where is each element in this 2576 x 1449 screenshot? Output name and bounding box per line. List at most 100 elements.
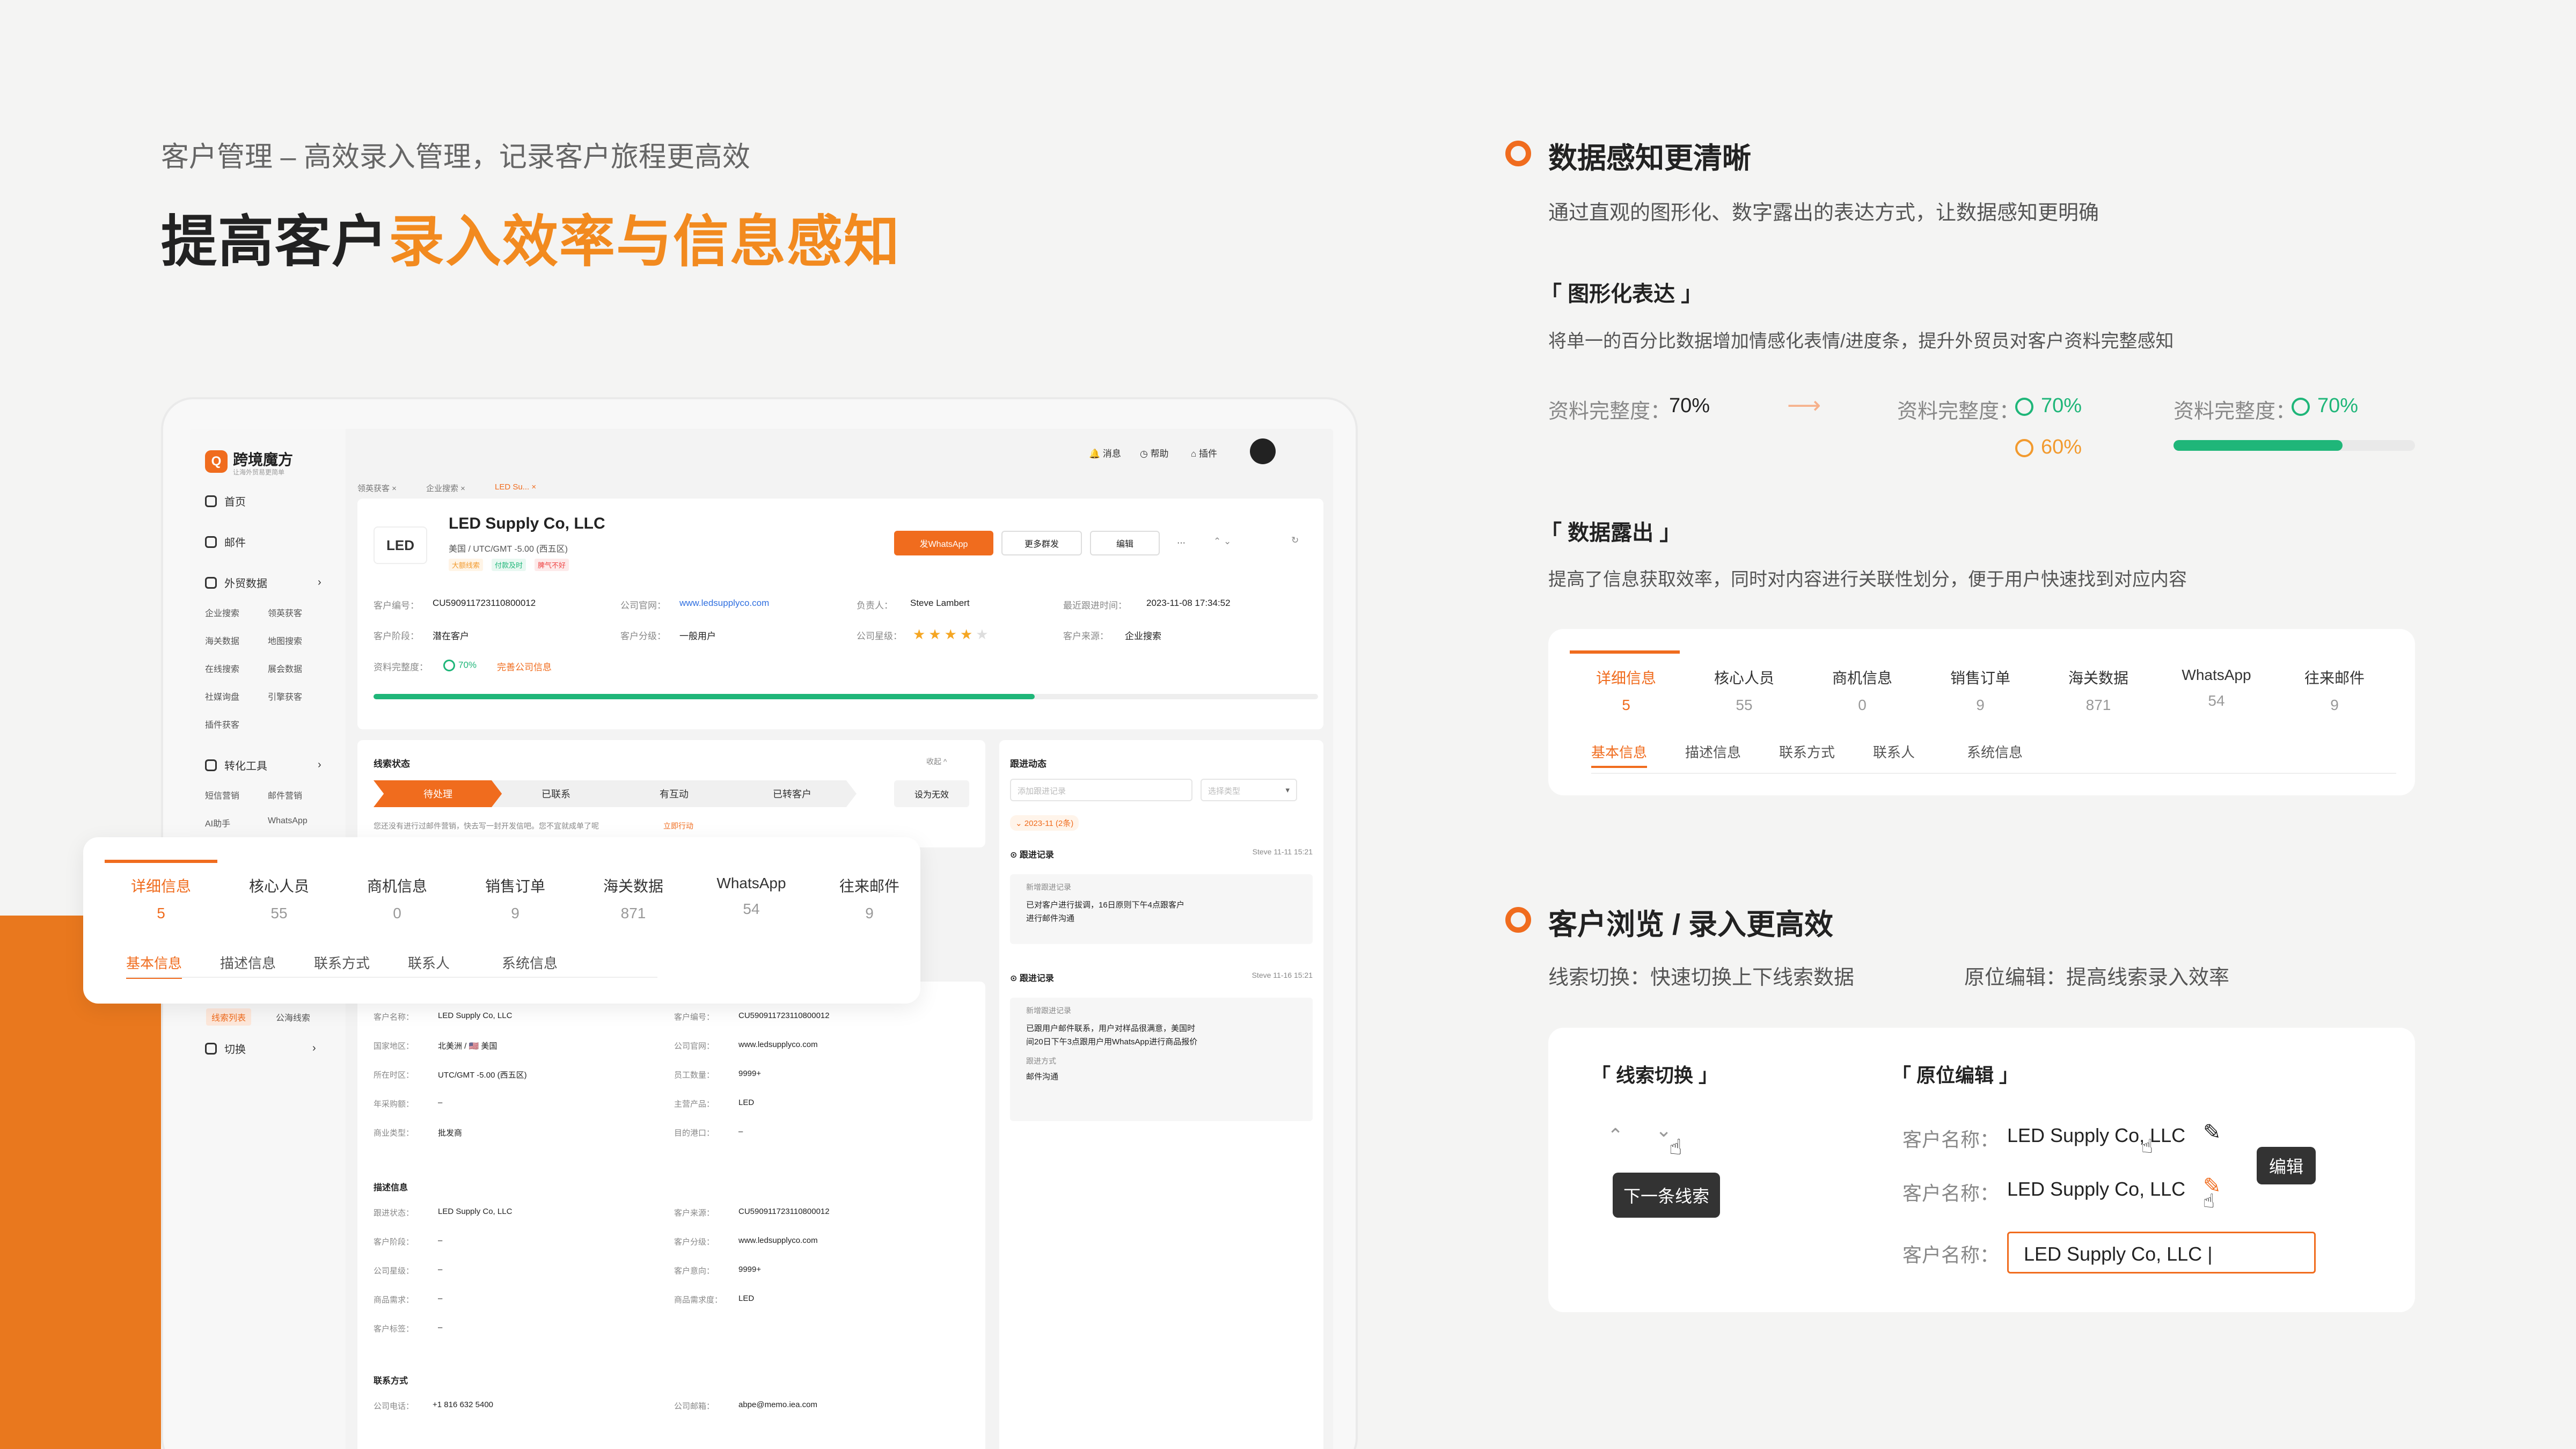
- field-label: 员工数量：: [674, 1071, 715, 1080]
- completeness-value: 70%: [443, 660, 477, 671]
- detail-tab[interactable]: 核心人员 55: [223, 875, 335, 922]
- set-invalid-button[interactable]: 设为无效: [894, 780, 969, 807]
- lead-stage-step[interactable]: 已联系: [492, 780, 620, 807]
- nav-sub-item[interactable]: 引擎获客: [268, 690, 302, 702]
- nav-switch[interactable]: 切换 ›: [205, 1041, 316, 1056]
- record-text: 已跟用户邮件联系，用户对样品很满意，美国时: [1026, 1024, 1196, 1033]
- website-link[interactable]: www.ledsupplyco.com: [679, 598, 769, 609]
- page-tab-active[interactable]: LED Su... ×: [495, 482, 536, 492]
- nav-sub-item[interactable]: 展会数据: [268, 662, 302, 675]
- lead-hint-link[interactable]: 立即行动: [663, 821, 693, 831]
- nav-sub-item[interactable]: 地图搜索: [268, 634, 302, 647]
- detail-tab[interactable]: 详细信息 5: [105, 875, 217, 922]
- more-broadcast-button[interactable]: 更多群发: [1001, 531, 1082, 555]
- detail-tab[interactable]: 详细信息 5: [1570, 667, 1682, 714]
- detail-subtab[interactable]: 基本信息: [126, 953, 182, 979]
- detail-tab[interactable]: 销售订单 9: [459, 875, 572, 922]
- nav-sub-item[interactable]: AI助手: [205, 816, 230, 829]
- detail-subtab[interactable]: 联系方式: [314, 953, 370, 972]
- more-dots-button[interactable]: ···: [1168, 531, 1195, 555]
- detail-tab[interactable]: WhatsApp 54: [2160, 667, 2273, 709]
- follow-record: ⊙ 跟进记录 Steve 11-16 15:21 新增跟进记录 已跟用户邮件联系…: [1010, 971, 1313, 1121]
- type-select[interactable]: 选择类型 ▾: [1201, 779, 1297, 801]
- avatar[interactable]: [1250, 438, 1276, 464]
- page-tab[interactable]: 领英获客 ×: [357, 482, 397, 494]
- whatsapp-button[interactable]: 发WhatsApp: [894, 531, 993, 555]
- detail-tab[interactable]: 商机信息 0: [1806, 667, 1919, 714]
- record-time: 11-16 15:21: [1273, 971, 1313, 979]
- topbar-messages[interactable]: 🔔 消息: [1089, 446, 1121, 459]
- detail-subtab[interactable]: 基本信息: [1591, 742, 1648, 768]
- topbar-plugin-label: 插件: [1199, 449, 1217, 459]
- detail-subtab[interactable]: 系统信息: [502, 953, 558, 972]
- nav-sub-item[interactable]: 在线搜索: [205, 662, 239, 675]
- owner-name: Steve Lambert: [910, 598, 970, 608]
- complete-info-link[interactable]: 完善公司信息: [497, 660, 552, 673]
- field-label: 商业类型：: [374, 1129, 414, 1138]
- detail-tab-label: 详细信息: [1596, 670, 1656, 686]
- good-value: 70%: [2041, 394, 2082, 417]
- lead-stage-step[interactable]: 已转客户: [728, 780, 857, 807]
- detail-subtab[interactable]: 联系人: [408, 953, 450, 972]
- nav-convert-tools[interactable]: 转化工具 ›: [205, 757, 321, 773]
- detail-tab[interactable]: 往来邮件 9: [813, 875, 926, 922]
- side-tab-lead-list[interactable]: 线索列表: [206, 1008, 252, 1026]
- nav-mail[interactable]: 邮件: [205, 534, 246, 550]
- field-label: 公司星级：: [857, 631, 902, 641]
- detail-tab-count: 9: [2330, 697, 2339, 713]
- page-tab[interactable]: 企业搜索 ×: [426, 482, 465, 494]
- edit-pencil-icon[interactable]: ✎: [2203, 1120, 2221, 1145]
- nav-foreign-data[interactable]: 外贸数据 ›: [205, 575, 321, 590]
- detail-subtab[interactable]: 描述信息: [1685, 742, 1741, 762]
- detail-tab[interactable]: 海关数据 871: [2042, 667, 2155, 714]
- lead-stage-step[interactable]: 有互动: [610, 780, 738, 807]
- month-chip[interactable]: ⌄ 2023-11 (2条): [1010, 815, 1079, 831]
- detail-tab-label: 详细信息: [130, 878, 191, 895]
- customer-name-input[interactable]: LED Supply Co, LLC |: [2007, 1232, 2316, 1274]
- detail-subtab[interactable]: 系统信息: [1967, 742, 2023, 762]
- nav-sub-item[interactable]: 短信营销: [205, 788, 239, 801]
- edit-button[interactable]: 编辑: [1090, 531, 1160, 555]
- chevron-up-icon[interactable]: ⌃: [1607, 1124, 1623, 1147]
- section2-title: 客户浏览 / 录入更高效: [1548, 909, 1834, 941]
- efficiency-panel: 「 线索切换 」 ⌃ ⌄ ☝ 下一条线索 「 原位编辑 」 客户名称： LED …: [1548, 1028, 2415, 1312]
- customer-no: CU590911723110800012: [433, 598, 536, 608]
- add-follow-input[interactable]: 添加跟进记录: [1010, 779, 1192, 801]
- detail-subtab[interactable]: 描述信息: [220, 953, 276, 972]
- nav-sub-item[interactable]: 插件获客: [205, 718, 239, 730]
- nav-sub-item[interactable]: 企业搜索: [205, 606, 239, 619]
- prev-next-arrows[interactable]: ⌃ ⌄: [1213, 536, 1231, 547]
- detail-tab[interactable]: WhatsApp 54: [695, 875, 808, 918]
- detail-tab[interactable]: 核心人员 55: [1688, 667, 1801, 714]
- completeness-text: 70%: [458, 660, 477, 670]
- graphic-heading: 「 图形化表达 」: [1540, 282, 1703, 306]
- detail-tab[interactable]: 商机信息 0: [341, 875, 453, 922]
- nav-sub-item[interactable]: 社媒询盘: [205, 690, 239, 702]
- nav-sub-item[interactable]: 海关数据: [205, 634, 239, 647]
- field-label: 年采购额：: [374, 1100, 414, 1109]
- topbar-help[interactable]: ◷ 帮助: [1140, 446, 1169, 459]
- lead-stage-step[interactable]: 待处理: [374, 780, 502, 807]
- detail-tab-count: 9: [511, 905, 519, 921]
- detail-tab[interactable]: 往来邮件 9: [2278, 667, 2391, 714]
- detail-tab-label: 销售订单: [485, 878, 545, 895]
- nav-sub-item[interactable]: WhatsApp: [268, 816, 308, 826]
- field-value: www.ledsupplyco.com: [738, 1040, 818, 1049]
- detail-tab[interactable]: 销售订单 9: [1924, 667, 2037, 714]
- field-label: 目的港口：: [674, 1129, 715, 1138]
- side-tab-public-pool[interactable]: 公海线索: [276, 1011, 310, 1023]
- detail-tab-label: 海关数据: [603, 878, 663, 895]
- refresh-icon[interactable]: ↻: [1291, 535, 1299, 546]
- record-title-text: 跟进记录: [1019, 851, 1054, 860]
- section1-desc: 通过直观的图形化、数字露出的表达方式，让数据感知更明确: [1548, 202, 2099, 224]
- hand-cursor-icon: ☝: [2141, 1135, 2153, 1157]
- detail-subtab[interactable]: 联系方式: [1779, 742, 1835, 762]
- nav-home[interactable]: 首页: [205, 493, 246, 509]
- arrow-right-icon: ⟶: [1787, 392, 1821, 419]
- collapse-toggle[interactable]: 收起 ^: [926, 756, 947, 767]
- nav-sub-item[interactable]: 邮件营销: [268, 788, 302, 801]
- nav-sub-item[interactable]: 领英获客: [268, 606, 302, 619]
- detail-tab[interactable]: 海关数据 871: [577, 875, 690, 922]
- detail-subtab[interactable]: 联系人: [1873, 742, 1915, 762]
- topbar-plugin[interactable]: ⌂ 插件: [1191, 446, 1217, 459]
